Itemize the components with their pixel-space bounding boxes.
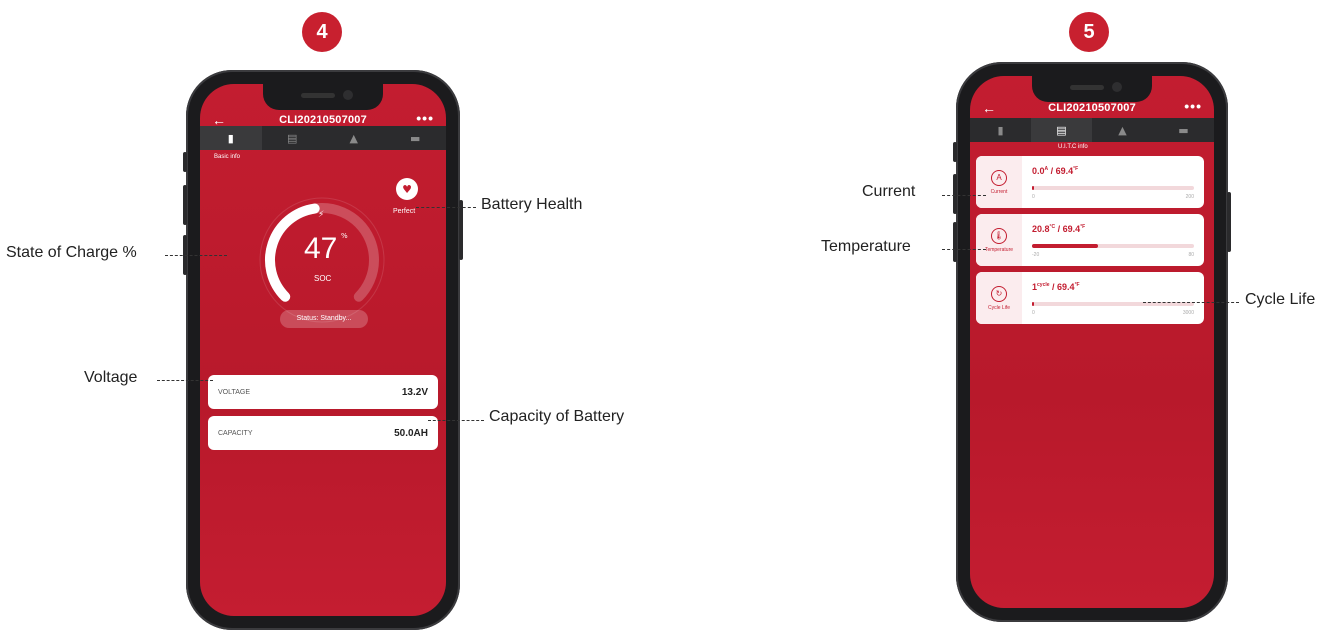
tab-cart[interactable]: ▬ <box>385 126 447 150</box>
more-dots-icon[interactable]: ••• <box>416 110 434 126</box>
device-title: CLI20210507007 <box>1048 102 1136 114</box>
tab-report[interactable]: ▤ <box>262 126 324 150</box>
annotation-state-of-charge: State of Charge % <box>6 244 137 261</box>
temperature-caption: Temperature <box>984 246 1014 253</box>
tab-cart[interactable]: ▬ <box>1153 118 1214 142</box>
tab-caption: U.I.T.C info <box>1058 144 1088 150</box>
voltage-card: VOLTAGE 13.2V <box>208 375 438 409</box>
thermometer-icon: 🌡 <box>991 227 1007 244</box>
bell-icon: ▲ <box>349 131 358 145</box>
cycle-min: 0 <box>1032 310 1035 316</box>
annotation-voltage: Voltage <box>84 369 138 386</box>
tab-bar: ▮ ▤ ▲ ▬ <box>200 126 446 150</box>
temperature-reading: 20.8°C / 69.4°F <box>1032 224 1086 234</box>
temperature-min: -20 <box>1032 252 1040 258</box>
soc-unit: % <box>341 232 348 240</box>
cart-icon: ▬ <box>1178 123 1189 137</box>
leader-line <box>428 420 484 421</box>
current-reading: 0.0A / 69.4°F <box>1032 166 1079 176</box>
soc-value: 47 <box>304 232 338 265</box>
cycle-icon: ↻ <box>991 285 1007 302</box>
annotation-battery-health: Battery Health <box>481 196 583 213</box>
current-min: 0 <box>1032 194 1035 200</box>
tab-caption: Basic info <box>214 154 241 160</box>
temperature-card: 🌡 Temperature 20.8°C / 69.4°F -20 80 <box>976 214 1204 266</box>
device-title: CLI20210507007 <box>279 114 367 126</box>
temperature-bar <box>1032 244 1194 248</box>
notch <box>263 84 383 110</box>
leader-line <box>157 380 213 381</box>
current-caption: Current <box>990 188 1008 195</box>
temperature-max: 80 <box>1188 252 1194 258</box>
tab-report[interactable]: ▤ <box>1031 118 1092 142</box>
cycle-caption: Cycle Life <box>988 304 1010 311</box>
soc-label: SOC <box>314 274 332 283</box>
cart-icon: ▬ <box>410 131 421 145</box>
cycle-reading: 1cycle / 69.4°F <box>1032 282 1080 292</box>
annotation-temperature: Temperature <box>821 238 911 255</box>
cycle-max: 3000 <box>1182 310 1194 316</box>
report-icon: ▤ <box>287 131 298 145</box>
status-pill: Status: Standby... <box>280 310 368 328</box>
lightning-icon: ⚡ <box>318 210 325 220</box>
voltage-value: 13.2V <box>401 386 428 398</box>
current-max: 200 <box>1185 194 1194 200</box>
leader-line <box>942 249 986 250</box>
current-card: A Current 0.0A / 69.4°F 0 200 <box>976 156 1204 208</box>
cycle-card: ↻ Cycle Life 1cycle / 69.4°F 0 3000 <box>976 272 1204 324</box>
leader-line <box>416 207 476 208</box>
annotation-cycle-life: Cycle Life <box>1245 291 1316 308</box>
notch <box>1032 76 1152 102</box>
leader-line <box>942 195 986 196</box>
heart-icon[interactable]: ♥ <box>396 178 418 200</box>
battery-icon: ▮ <box>997 123 1004 137</box>
tab-bar: ▮ ▤ ▲ ▬ <box>970 118 1214 142</box>
bell-icon: ▲ <box>1118 123 1127 137</box>
tab-battery[interactable]: ▮ <box>200 126 262 150</box>
capacity-label: CAPACITY <box>218 429 253 437</box>
more-dots-icon[interactable]: ••• <box>1184 98 1202 114</box>
leader-line <box>1143 302 1239 303</box>
annotation-current: Current <box>862 183 916 200</box>
capacity-card: CAPACITY 50.0AH <box>208 416 438 450</box>
tab-battery[interactable]: ▮ <box>970 118 1031 142</box>
report-icon: ▤ <box>1056 123 1067 137</box>
ampere-icon: A <box>991 169 1007 186</box>
annotation-capacity: Capacity of Battery <box>489 408 625 425</box>
right-screen: ← CLI20210507007 ••• ▮ ▤ ▲ ▬ U.I.T.C inf… <box>970 76 1214 608</box>
current-bar <box>1032 186 1194 190</box>
battery-icon: ▮ <box>227 131 234 145</box>
health-label: Perfect <box>393 208 416 215</box>
capacity-value: 50.0AH <box>394 427 428 439</box>
tab-alarm[interactable]: ▲ <box>323 126 385 150</box>
left-screen: ← CLI20210507007 ••• ▮ ▤ ▲ ▬ Basic info … <box>200 84 446 616</box>
left-phone: ← CLI20210507007 ••• ▮ ▤ ▲ ▬ Basic info … <box>183 70 463 630</box>
right-phone: ← CLI20210507007 ••• ▮ ▤ ▲ ▬ U.I.T.C inf… <box>953 62 1231 622</box>
tab-alarm[interactable]: ▲ <box>1092 118 1153 142</box>
step-badge-5: 5 <box>1069 12 1109 52</box>
leader-line <box>165 255 227 256</box>
step-badge-4: 4 <box>302 12 342 52</box>
voltage-label: VOLTAGE <box>218 388 251 396</box>
